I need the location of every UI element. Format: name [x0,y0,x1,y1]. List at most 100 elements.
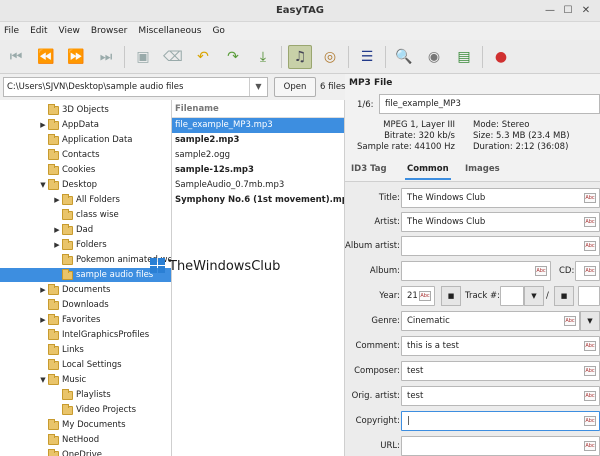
tree-item[interactable]: Local Settings [38,358,122,372]
next-file-icon[interactable]: ⏩ [64,45,88,69]
menu-go[interactable]: Go [212,26,224,36]
composer-field[interactable]: test Abc [401,361,600,381]
tree-item[interactable]: Contacts [38,148,100,162]
save-icon[interactable]: ⤓ [251,45,275,69]
tree-item[interactable]: IntelGraphicsProfiles [38,328,149,342]
title-field[interactable]: The Windows Club Abc [401,188,600,208]
tree-item[interactable]: ▼ Desktop [38,178,97,192]
previous-file-icon[interactable]: ⏪ [34,45,58,69]
playlist-icon[interactable]: ▤ [452,45,476,69]
tree-item[interactable]: ▶ Folders [52,238,107,252]
track-total-field[interactable] [578,286,600,306]
cddb-icon[interactable]: ◉ [422,45,446,69]
album-field[interactable]: Abc [401,261,551,281]
tab-common[interactable]: Common [405,164,451,180]
search-icon[interactable]: 🔍 [392,45,416,69]
file-row[interactable]: file_example_MP3.mp3 [172,118,344,133]
spellcheck-icon[interactable]: Abc [584,366,596,376]
remove-tags-icon[interactable]: ⌫ [161,45,185,69]
maximize-icon[interactable]: ☐ [560,3,576,19]
artist-field[interactable]: The Windows Club Abc [401,212,600,232]
file-row[interactable]: Symphony No.6 (1st movement).mp3 [172,193,344,208]
genre-field[interactable]: Cinematic Abc [401,311,580,331]
spellcheck-icon[interactable]: Abc [564,316,576,326]
menu-miscellaneous[interactable]: Miscellaneous [138,26,201,36]
filename-column-header[interactable]: Filename [172,100,344,118]
chevron-down-icon[interactable]: ▼ [580,311,600,331]
tree-item[interactable]: My Documents [38,418,126,432]
expander-icon[interactable]: ▼ [38,376,48,384]
copyright-field[interactable]: | Abc [401,411,600,431]
expander-icon[interactable]: ▶ [38,121,48,129]
tree-item[interactable]: sample audio files [0,268,171,282]
redo-icon[interactable]: ↷ [221,45,245,69]
stop-icon[interactable]: ● [489,45,513,69]
tree-item[interactable]: ▼ Music [38,373,86,387]
tab-id3-tag[interactable]: ID3 Tag [351,164,387,174]
filename-input[interactable]: file_example_MP3 [379,94,600,114]
comment-field[interactable]: this is a test Abc [401,336,600,356]
tree-item[interactable]: ▶ AppData [38,118,99,132]
close-icon[interactable]: ✕ [578,3,594,19]
album-artist-field[interactable]: Abc [401,236,600,256]
menu-view[interactable]: View [59,26,80,36]
undo-icon[interactable]: ↶ [191,45,215,69]
orig-artist-field[interactable]: test Abc [401,386,600,406]
chevron-down-icon[interactable]: ▼ [249,78,267,96]
spellcheck-icon[interactable]: Abc [419,291,431,301]
year-apply-button[interactable]: ■ [441,286,461,306]
tree-item[interactable]: Downloads [38,298,109,312]
url-field[interactable]: Abc [401,436,600,456]
spellcheck-icon[interactable]: Abc [584,217,596,227]
menu-file[interactable]: File [4,26,19,36]
spellcheck-icon[interactable]: Abc [584,266,596,276]
scan-files-icon[interactable]: ▣ [131,45,155,69]
tree-item[interactable]: Cookies [38,163,95,177]
expander-icon[interactable]: ▶ [38,316,48,324]
expander-icon[interactable]: ▶ [52,241,62,249]
file-row[interactable]: SampleAudio_0.7mb.mp3 [172,178,344,193]
spellcheck-icon[interactable]: Abc [584,391,596,401]
tree-item[interactable]: Playlists [52,388,111,402]
expander-icon[interactable]: ▼ [38,181,48,189]
tree-item[interactable]: ▶ Documents [38,283,110,297]
last-file-icon[interactable]: ⏭ [94,45,118,69]
expander-icon[interactable]: ▶ [52,196,62,204]
tab-images[interactable]: Images [465,164,500,174]
tree-item[interactable]: ▶ All Folders [52,193,120,207]
year-field[interactable]: 21 Abc [401,286,435,306]
spellcheck-icon[interactable]: Abc [584,416,596,426]
tree-item[interactable]: ▶ Favorites [38,313,100,327]
list-view-icon[interactable]: ☰ [355,45,379,69]
track-apply-button[interactable]: ■ [554,286,574,306]
tree-item[interactable]: NetHood [38,433,99,447]
music-note-icon[interactable]: ♫ [288,44,312,69]
chevron-down-icon[interactable]: ▼ [524,286,544,306]
tree-item[interactable]: Application Data [38,133,133,147]
spellcheck-icon[interactable]: Abc [584,241,596,251]
tree-item[interactable]: ▶ Dad [52,223,93,237]
menu-browser[interactable]: Browser [91,26,127,36]
expander-icon[interactable]: ▶ [38,286,48,294]
tree-item[interactable]: Links [38,343,84,357]
spellcheck-icon[interactable]: Abc [535,266,547,276]
first-file-icon[interactable]: ⏮ [4,45,28,69]
cd-icon[interactable]: ◎ [318,45,342,69]
spellcheck-icon[interactable]: Abc [584,441,596,451]
file-row[interactable]: sample2.mp3 [172,133,344,148]
tree-item[interactable]: 3D Objects [38,103,109,117]
expander-icon[interactable]: ▶ [52,226,62,234]
file-row[interactable]: sample2.ogg [172,148,344,163]
spellcheck-icon[interactable]: Abc [584,341,596,351]
menu-edit[interactable]: Edit [30,26,47,36]
path-input[interactable]: C:\Users\SJVN\Desktop\sample audio files… [3,77,268,97]
tree-item[interactable]: OneDrive [38,448,102,456]
tree-item[interactable]: Video Projects [52,403,136,417]
open-button[interactable]: Open [274,77,316,97]
track-field[interactable] [500,286,524,306]
cd-field[interactable]: Abc [575,261,600,281]
spellcheck-icon[interactable]: Abc [584,193,596,203]
file-row[interactable]: sample-12s.mp3 [172,163,344,178]
minimize-icon[interactable]: — [542,3,558,19]
tree-item[interactable]: class wise [52,208,119,222]
